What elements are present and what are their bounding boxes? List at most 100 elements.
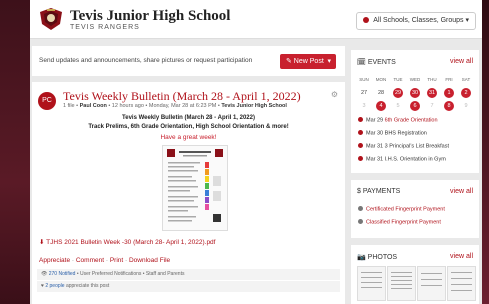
event-dot-icon xyxy=(358,156,363,161)
photos-title: 📷 PHOTOS xyxy=(357,253,397,261)
calendar-day-event[interactable]: 29 xyxy=(393,87,403,98)
payment-dot-icon xyxy=(358,219,363,224)
photo-thumbnail[interactable] xyxy=(447,266,476,301)
new-post-label: ✎ New Post xyxy=(286,58,324,65)
event-item[interactable]: Mar 29 6th Grade Orientation xyxy=(358,117,438,124)
bulletin-post: PC Tevis Weekly Bulletin (March 28 - Apr… xyxy=(32,82,345,304)
comment-link[interactable]: Comment xyxy=(76,257,104,264)
post-title[interactable]: Tevis Weekly Bulletin (March 28 - April … xyxy=(63,89,301,104)
day-name: MON xyxy=(375,77,387,82)
dollar-icon: $ xyxy=(357,188,361,195)
events-panel: 🗓 EVENTS view all SUN MON TUE WED THU FR… xyxy=(351,50,479,173)
bulletin-document-preview[interactable] xyxy=(162,145,228,231)
event-dot-icon xyxy=(358,117,363,122)
calendar-day[interactable]: 27 xyxy=(356,90,372,96)
calendar-day-event[interactable]: 4 xyxy=(376,100,386,111)
post-school-link[interactable]: Tevis Junior High School xyxy=(221,103,287,109)
event-dot-icon xyxy=(358,143,363,148)
photos-title-label: PHOTOS xyxy=(367,254,398,261)
attachment-link[interactable]: ⬇ TJHS 2021 Bulletin Week -30 (March 28-… xyxy=(39,238,215,246)
payments-title: $ PAYMENTS xyxy=(357,188,400,195)
photos-panel: 📷 PHOTOS view all xyxy=(351,245,479,304)
calendar-day[interactable]: 3 xyxy=(356,103,372,109)
day-name: SAT xyxy=(461,77,471,82)
new-post-button[interactable]: ✎ New Post ▾ xyxy=(280,54,336,69)
attachment-filename: TJHS 2021 Bulletin Week -30 (March 28- A… xyxy=(46,239,216,246)
page-background-left xyxy=(0,0,30,304)
school-subtitle: TEVIS RANGERS xyxy=(70,24,140,31)
appreciate-link[interactable]: Appreciate xyxy=(39,257,70,264)
calendar-day-event[interactable]: 1 xyxy=(444,87,454,98)
calendar-day[interactable]: 7 xyxy=(424,103,440,109)
notified-detail: • User Preferred Notifications • Staff a… xyxy=(76,271,185,277)
calendar-icon: 🗓 xyxy=(357,59,366,66)
bulletin-subheading: Track Prelims, 6th Grade Orientation, Hi… xyxy=(88,124,289,130)
photo-thumbnail[interactable] xyxy=(357,266,386,301)
bulletin-heading: Tevis Weekly Bulletin (March 28 - April … xyxy=(122,115,255,121)
event-item[interactable]: Mar 30 BHS Registration xyxy=(358,130,427,137)
calendar-week: 3 4 5 6 7 8 9 xyxy=(356,99,474,112)
calendar-day[interactable]: 5 xyxy=(390,103,406,109)
payment-item[interactable]: Classified Fingerprint Payment xyxy=(358,219,441,226)
mini-calendar: SUN MON TUE WED THU FRI SAT 27 28 29 30 … xyxy=(356,73,474,112)
event-name: 6th Grade Orientation xyxy=(384,117,438,124)
appreciate-detail: appreciate this post xyxy=(65,283,110,289)
event-date: Mar 29 xyxy=(366,117,384,124)
event-date: Mar 31 xyxy=(366,143,384,150)
photo-thumbnail[interactable] xyxy=(387,266,416,301)
calendar-day-event[interactable]: 30 xyxy=(410,87,420,98)
chevron-down-icon[interactable]: ▾ xyxy=(327,54,331,69)
download-icon: ⬇ xyxy=(39,239,45,246)
post-actions: Appreciate · Comment · Print · Download … xyxy=(39,257,170,264)
school-header: Tevis Junior High School TEVIS RANGERS A… xyxy=(30,0,482,39)
day-name: THU xyxy=(427,77,437,82)
day-name: WED xyxy=(409,77,421,82)
calendar-day[interactable]: 9 xyxy=(458,103,474,109)
bulletin-greeting: Have a great week! xyxy=(160,134,217,141)
calendar-day[interactable]: 28 xyxy=(373,90,389,96)
photos-view-all-link[interactable]: view all xyxy=(450,253,473,260)
document-crest-icon xyxy=(167,149,223,222)
events-view-all-link[interactable]: view all xyxy=(450,58,473,65)
avatar: PC xyxy=(38,92,56,110)
post-author-link[interactable]: Paul Coon xyxy=(80,103,107,109)
notified-count-link[interactable]: 270 Notified xyxy=(49,271,76,277)
calendar-day-event[interactable]: 8 xyxy=(444,100,454,111)
day-name: TUE xyxy=(393,77,403,82)
print-link[interactable]: Print xyxy=(110,257,123,264)
appreciation-bar: ♥ 2 people appreciate this post xyxy=(37,281,340,292)
calendar-day-event[interactable]: 31 xyxy=(427,87,437,98)
photo-thumbnail[interactable] xyxy=(417,266,446,301)
event-item[interactable]: Mar 31 I.H.S. Orientation in Gym xyxy=(358,156,446,163)
post-timestamp: • 12 hours ago • Monday, Mar 28 at 6:23 … xyxy=(108,103,220,109)
event-dot-icon xyxy=(358,130,363,135)
page-background-right xyxy=(482,0,489,304)
payments-panel: $ PAYMENTS view all Certificated Fingerp… xyxy=(351,180,479,238)
appreciate-count-link[interactable]: 2 people xyxy=(45,283,64,289)
compose-panel: Send updates and announcements, share pi… xyxy=(32,46,345,76)
calendar-day-event[interactable]: 2 xyxy=(461,87,471,98)
calendar-week: 27 28 29 30 31 1 2 xyxy=(356,86,474,99)
event-name: I.H.S. Orientation in Gym xyxy=(384,156,446,163)
eye-icon: 👁 xyxy=(41,271,48,277)
gear-icon[interactable]: ⚙ xyxy=(331,90,338,99)
school-name[interactable]: Tevis Junior High School xyxy=(70,8,230,25)
day-name: FRI xyxy=(445,77,453,82)
payment-item[interactable]: Certificated Fingerprint Payment xyxy=(358,206,445,213)
notified-bar: 👁 270 Notified • User Preferred Notifica… xyxy=(37,269,340,280)
app-frame: Tevis Junior High School TEVIS RANGERS A… xyxy=(30,0,482,304)
post-file-count: 1 file • xyxy=(63,103,79,109)
event-date: Mar 31 xyxy=(366,156,384,163)
payment-dot-icon xyxy=(358,206,363,211)
payments-title-label: PAYMENTS xyxy=(362,188,401,195)
events-title: 🗓 EVENTS xyxy=(357,58,396,66)
download-file-link[interactable]: Download File xyxy=(129,257,170,264)
filter-dot-icon xyxy=(363,17,370,23)
compose-prompt[interactable]: Send updates and announcements, share pi… xyxy=(39,57,252,64)
payments-view-all-link[interactable]: view all xyxy=(450,188,473,195)
groups-filter-dropdown[interactable]: All Schools, Classes, Groups ▾ xyxy=(356,12,476,30)
event-item[interactable]: Mar 31 3 Principal's List Breakfast xyxy=(358,143,449,150)
event-date: Mar 30 xyxy=(366,130,384,137)
calendar-day-event[interactable]: 6 xyxy=(410,100,420,111)
event-name: BHS Registration xyxy=(384,130,427,137)
